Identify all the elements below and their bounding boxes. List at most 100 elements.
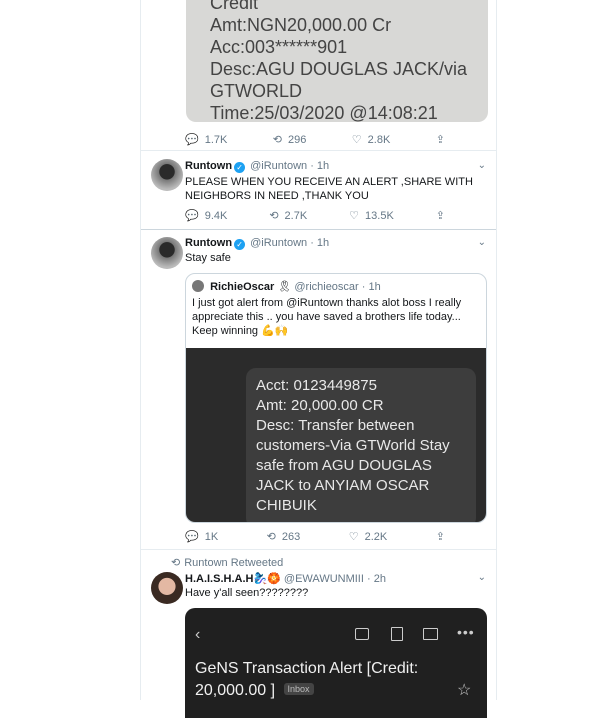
more-icon[interactable]: ••• <box>457 624 475 640</box>
share-button[interactable]: ⇪ <box>436 133 445 146</box>
share-button[interactable]: ⇪ <box>436 209 445 222</box>
author-handle[interactable]: @EWAWUNMIII <box>284 573 364 585</box>
heart-icon: ♡ <box>349 210 360 222</box>
image-line: Desc:AGU DOUGLAS JACK/via <box>210 59 468 79</box>
author-name[interactable]: Runtown <box>185 160 232 172</box>
image-line: Desc: Transfer between <box>256 417 415 434</box>
quote-author-handle[interactable]: @richieoscar <box>294 281 358 293</box>
retweet-icon: ⟲ <box>272 134 282 146</box>
heart-icon: ♡ <box>348 531 359 543</box>
image-line: Credit <box>210 0 259 13</box>
avatar[interactable] <box>151 572 183 604</box>
like-button[interactable]: ♡ 2.2K <box>348 530 388 544</box>
image-line: JACK to ANYIAM OSCAR <box>256 477 430 494</box>
avatar[interactable] <box>151 237 183 269</box>
email-subject: GeNS Transaction Alert [Credit: <box>195 660 419 677</box>
retweet-button[interactable]: ⟲ 2.7K <box>269 209 308 223</box>
image-line: safe from AGU DOUGLAS <box>256 457 432 474</box>
heart-icon: ♡ <box>351 134 362 146</box>
chevron-down-icon[interactable]: ⌄ <box>478 237 486 248</box>
tweet[interactable]: Runtown ✓ @iRuntown · 1h ⌄ PLEASE WHEN YO… <box>141 150 496 230</box>
reply-icon: 💬 <box>185 134 199 146</box>
quote-author-name[interactable]: RichieOscar <box>210 281 274 293</box>
tweet-header: Runtown ✓ @iRuntown · 1h <box>185 160 329 173</box>
quote-avatar[interactable] <box>192 280 204 292</box>
chevron-down-icon[interactable]: ⌄ <box>478 572 486 583</box>
mail-icon[interactable] <box>423 628 438 640</box>
tweet-header: H.A.I.S.H.A.H🧞‍♀️🏵️ @EWAWUNMIII · 2h <box>185 572 386 585</box>
reply-button[interactable]: 💬 1K <box>185 530 219 544</box>
quote-image[interactable]: Acct: 0123449875 Amt: 20,000.00 CR Desc:… <box>186 348 486 522</box>
timestamp[interactable]: · 1h <box>310 160 329 172</box>
reply-button[interactable]: 💬 9.4K <box>185 209 228 223</box>
email-subject-amount: 20,000.00 ] <box>195 682 276 699</box>
reply-count: 1.7K <box>204 133 228 146</box>
verified-icon: ✓ <box>234 162 246 173</box>
like-count: 13.5K <box>365 209 394 222</box>
like-count: 2.2K <box>364 530 388 543</box>
image-line: Time:25/03/2020 @14:08:21 <box>210 103 438 122</box>
avatar[interactable] <box>151 159 183 191</box>
tweet-text: PLEASE WHEN YOU RECEIVE AN ALERT ,SHARE … <box>185 176 473 202</box>
retweet-count: 296 <box>288 133 307 146</box>
retweet-context: ⟲ Runtown Retweeted <box>171 556 283 569</box>
quoted-tweet[interactable]: RichieOscar 🎗 @richieoscar · 1h I just g… <box>185 273 487 523</box>
author-name[interactable]: H.A.I.S.H.A.H🧞‍♀️🏵️ <box>185 573 281 585</box>
retweet-button[interactable]: ⟲ 263 <box>266 530 301 544</box>
like-count: 2.8K <box>367 133 391 146</box>
share-icon: ⇪ <box>435 210 445 222</box>
archive-icon[interactable] <box>355 628 369 640</box>
delete-icon[interactable] <box>391 627 403 641</box>
quote-text: I just got alert from @iRuntown thanks a… <box>192 297 462 337</box>
reply-count: 9.4K <box>204 209 228 222</box>
tweet-actions: 💬 1.7K ⟲ 296 ♡ 2.8K ⇪ <box>185 133 445 147</box>
tweet[interactable]: Runtown ✓ @iRuntown · 1h ⌄ Stay safe Rich… <box>141 229 496 550</box>
back-arrow-icon[interactable]: ‹ <box>195 626 200 644</box>
tweet-header: Runtown ✓ @iRuntown · 1h <box>185 237 329 250</box>
image-line: Amt: 20,000.00 CR <box>256 397 384 414</box>
tweet-text: Stay safe <box>185 252 231 264</box>
quote-author-badge: 🎗 <box>277 281 292 293</box>
retweet-icon: ⟲ <box>266 531 276 543</box>
tweet[interactable]: ⟲ Runtown Retweeted H.A.I.S.H.A.H🧞‍♀️🏵️ @… <box>141 550 496 718</box>
retweet-count: 263 <box>281 530 301 543</box>
retweet-button[interactable]: ⟲ 296 <box>272 133 307 147</box>
tweet-actions: 💬 1K ⟲ 263 ♡ 2.2K ⇪ <box>185 530 445 544</box>
star-icon[interactable]: ☆ <box>457 680 471 700</box>
reply-button[interactable]: 💬 1.7K <box>185 133 228 147</box>
quote-header: RichieOscar 🎗 @richieoscar · 1h <box>192 280 381 293</box>
quote-timestamp[interactable]: · 1h <box>362 281 381 293</box>
reply-count: 1K <box>204 530 219 543</box>
retweet-count: 2.7K <box>284 209 308 222</box>
tweet-actions: 💬 9.4K ⟲ 2.7K ♡ 13.5K ⇪ <box>185 209 445 223</box>
tweet[interactable]: Credit Amt:NGN20,000.00 Cr Acc:003******… <box>141 0 496 151</box>
inbox-badge: Inbox <box>283 683 314 695</box>
chevron-down-icon[interactable]: ⌄ <box>478 160 486 171</box>
like-button[interactable]: ♡ 13.5K <box>349 209 394 223</box>
retweeted-by[interactable]: Runtown Retweeted <box>184 557 283 569</box>
author-handle[interactable]: @iRuntown <box>250 160 307 172</box>
image-line: Acct: 0123449875 <box>256 377 377 394</box>
author-name[interactable]: Runtown <box>185 237 232 249</box>
image-line: customers-Via GTWorld Stay <box>256 437 450 454</box>
timeline-column: Credit Amt:NGN20,000.00 Cr Acc:003******… <box>140 0 497 718</box>
image-line: Acc:003******901 <box>210 37 348 57</box>
share-icon: ⇪ <box>435 531 445 543</box>
tweet-text: Have y'all seen???????? <box>185 587 309 599</box>
tweet-image[interactable]: ‹ ••• GeNS Transaction Alert [Credit: 20… <box>185 608 487 718</box>
retweet-icon: ⟲ <box>269 210 279 222</box>
email-subject-line-2: 20,000.00 ] Inbox <box>195 682 314 700</box>
reply-icon: 💬 <box>185 531 199 543</box>
author-handle[interactable]: @iRuntown <box>250 237 307 249</box>
image-line: CHIBUIK <box>256 497 317 514</box>
retweet-icon: ⟲ <box>171 557 181 569</box>
share-icon: ⇪ <box>435 134 445 146</box>
verified-icon: ✓ <box>234 239 246 250</box>
image-line: GTWORLD <box>210 81 302 101</box>
timestamp[interactable]: · 1h <box>310 237 329 249</box>
timestamp[interactable]: · 2h <box>367 573 386 585</box>
reply-icon: 💬 <box>185 210 199 222</box>
like-button[interactable]: ♡ 2.8K <box>351 133 391 147</box>
tweet-image[interactable]: Credit Amt:NGN20,000.00 Cr Acc:003******… <box>186 0 488 122</box>
share-button[interactable]: ⇪ <box>436 530 445 543</box>
